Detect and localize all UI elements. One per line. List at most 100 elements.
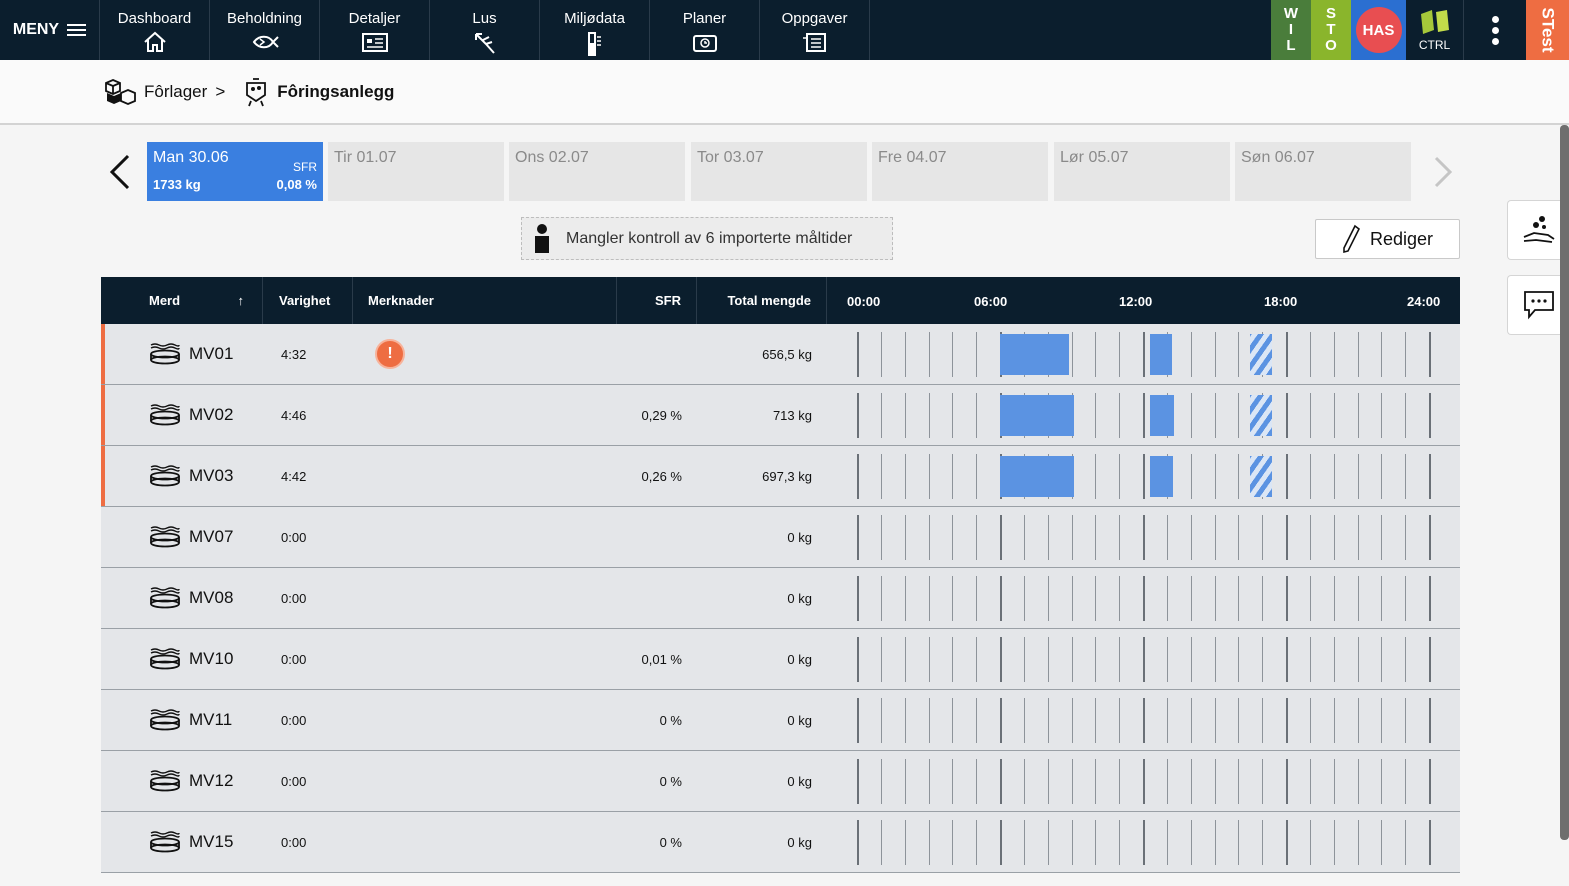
site-tag-wil[interactable]: W I L (1271, 0, 1311, 60)
row-timeline[interactable] (827, 507, 1460, 567)
timeline-gridline (1071, 698, 1073, 743)
ctrl-button[interactable]: CTRL (1406, 0, 1464, 60)
day-tab-6[interactable]: Søn 06.07 (1235, 142, 1411, 201)
previous-day-icon[interactable] (104, 150, 134, 194)
table-row[interactable]: MV01 4:32! 656,5 kg (101, 324, 1460, 385)
timeline-gridline (1047, 820, 1049, 865)
planned-feeding-block[interactable] (1250, 334, 1272, 375)
home-icon (143, 31, 166, 52)
row-varighet: 4:46 (281, 407, 307, 423)
day-tab-1[interactable]: Tir 01.07 (328, 142, 504, 201)
row-timeline[interactable] (827, 568, 1460, 628)
merd-name: MV07 (189, 527, 234, 546)
row-merd: MV12 (101, 751, 263, 811)
table-row[interactable]: MV11 0:00 0 % 0 kg (101, 690, 1460, 751)
row-timeline[interactable] (827, 446, 1460, 506)
nav-planer[interactable]: Planer (650, 0, 760, 60)
table-row[interactable]: MV07 0:00 0 kg (101, 507, 1460, 568)
row-sfr (617, 568, 697, 628)
timeline-gridline (1166, 576, 1168, 621)
day-tab-4[interactable]: Fre 04.07 (872, 142, 1048, 201)
table-row[interactable]: MV10 0:00 0,01 % 0 kg (101, 629, 1460, 690)
timeline-gridline (1286, 393, 1288, 438)
user-avatar[interactable]: HAS (1355, 7, 1402, 53)
nav-beholdning[interactable]: Beholdning (210, 0, 320, 60)
timeline-gridline (976, 515, 978, 560)
row-timeline[interactable] (827, 812, 1460, 872)
timeline-gridline (1333, 637, 1335, 682)
column-merknader[interactable]: Merknader (353, 277, 617, 324)
day-label: Tor 03.07 (697, 149, 764, 166)
timeline-gridline (1143, 698, 1145, 743)
day-tab-5[interactable]: Lør 05.07 (1054, 142, 1230, 201)
merd-name: MV08 (189, 588, 234, 607)
timeline-gridline (1405, 393, 1407, 438)
scrollbar[interactable] (1560, 125, 1569, 840)
feeding-block[interactable] (1000, 395, 1074, 436)
timeline-gridline (1143, 515, 1145, 560)
timeline-gridline (1405, 576, 1407, 621)
nav-detaljer[interactable]: Detaljer (320, 0, 430, 60)
timeline-gridline (1357, 454, 1359, 499)
feeding-block[interactable] (1000, 334, 1070, 375)
day-tab-3[interactable]: Tor 03.07 (691, 142, 867, 201)
sort-arrow-icon[interactable]: ↑ (238, 293, 245, 308)
feeding-block[interactable] (1150, 395, 1174, 436)
day-tab-2[interactable]: Ons 02.07 (509, 142, 685, 201)
feeding-block[interactable] (1150, 456, 1173, 497)
table-row[interactable]: MV02 4:46 0,29 % 713 kg (101, 385, 1460, 446)
feeding-block[interactable] (1150, 334, 1172, 375)
column-varighet[interactable]: Varighet (263, 277, 353, 324)
nav-dashboard[interactable]: Dashboard (100, 0, 210, 60)
timeline-gridline (1000, 576, 1002, 621)
column-total[interactable]: Total mengde (697, 277, 827, 324)
day-tab-0[interactable]: Man 30.06 SFR 1733 kg 0,08 % (147, 142, 323, 201)
nav-miljodata[interactable]: Miljødata (540, 0, 650, 60)
planned-feeding-block[interactable] (1250, 456, 1272, 497)
timeline-gridline (1262, 637, 1264, 682)
timeline-gridline (928, 576, 930, 621)
table-row[interactable]: MV12 0:00 0 % 0 kg (101, 751, 1460, 812)
nav-lus[interactable]: Lus (430, 0, 540, 60)
next-day-icon[interactable] (1428, 150, 1458, 194)
row-timeline[interactable] (827, 751, 1460, 811)
timeline-gridline (1190, 393, 1192, 438)
row-timeline[interactable] (827, 324, 1460, 384)
timeline-gridline (1309, 759, 1311, 804)
time-label: 24:00 (1407, 294, 1441, 309)
row-timeline[interactable] (827, 385, 1460, 445)
site-tag-sto[interactable]: S T O (1311, 0, 1351, 60)
nav-planer-label: Planer (682, 10, 727, 27)
environment-badge[interactable]: STest (1526, 0, 1569, 60)
timeline-gridline (976, 393, 978, 438)
timeline-gridline (1286, 515, 1288, 560)
row-sfr: 0,29 % (641, 407, 682, 423)
merd-name: MV03 (189, 466, 234, 485)
table-row[interactable]: MV15 0:00 0 % 0 kg (101, 812, 1460, 873)
warning-icon[interactable]: ! (375, 339, 405, 369)
table-row[interactable]: MV08 0:00 0 kg (101, 568, 1460, 629)
timeline-gridline (976, 454, 978, 499)
row-timeline[interactable] (827, 690, 1460, 750)
timeline-gridline (1071, 576, 1073, 621)
more-options-icon[interactable] (1464, 0, 1526, 60)
table-row[interactable]: MV03 4:42 0,26 % 697,3 kg (101, 446, 1460, 507)
edit-button[interactable]: Rediger (1315, 219, 1460, 259)
feeding-table: Merd ↑ Varighet Merknader SFR Total meng… (101, 277, 1460, 873)
timeline-gridline (1166, 698, 1168, 743)
feeding-block[interactable] (1000, 456, 1074, 497)
nav-oppgaver[interactable]: Oppgaver (760, 0, 870, 60)
timeline-gridline (1381, 576, 1383, 621)
menu-button[interactable]: MENY (0, 0, 100, 60)
timeline-gridline (1143, 454, 1145, 499)
user-avatar-wrap[interactable]: HAS (1351, 0, 1406, 60)
timeline-gridline (1262, 515, 1264, 560)
row-timeline[interactable] (827, 629, 1460, 689)
planned-feeding-block[interactable] (1250, 395, 1272, 436)
column-merd[interactable]: Merd ↑ (101, 277, 263, 324)
breadcrumb-parent[interactable]: Fôrlager (144, 82, 207, 102)
row-merknader (353, 446, 617, 506)
column-sfr[interactable]: SFR (617, 277, 697, 324)
row-merd: MV03 (101, 446, 263, 506)
import-notice[interactable]: Mangler kontroll av 6 importerte måltide… (521, 217, 893, 260)
